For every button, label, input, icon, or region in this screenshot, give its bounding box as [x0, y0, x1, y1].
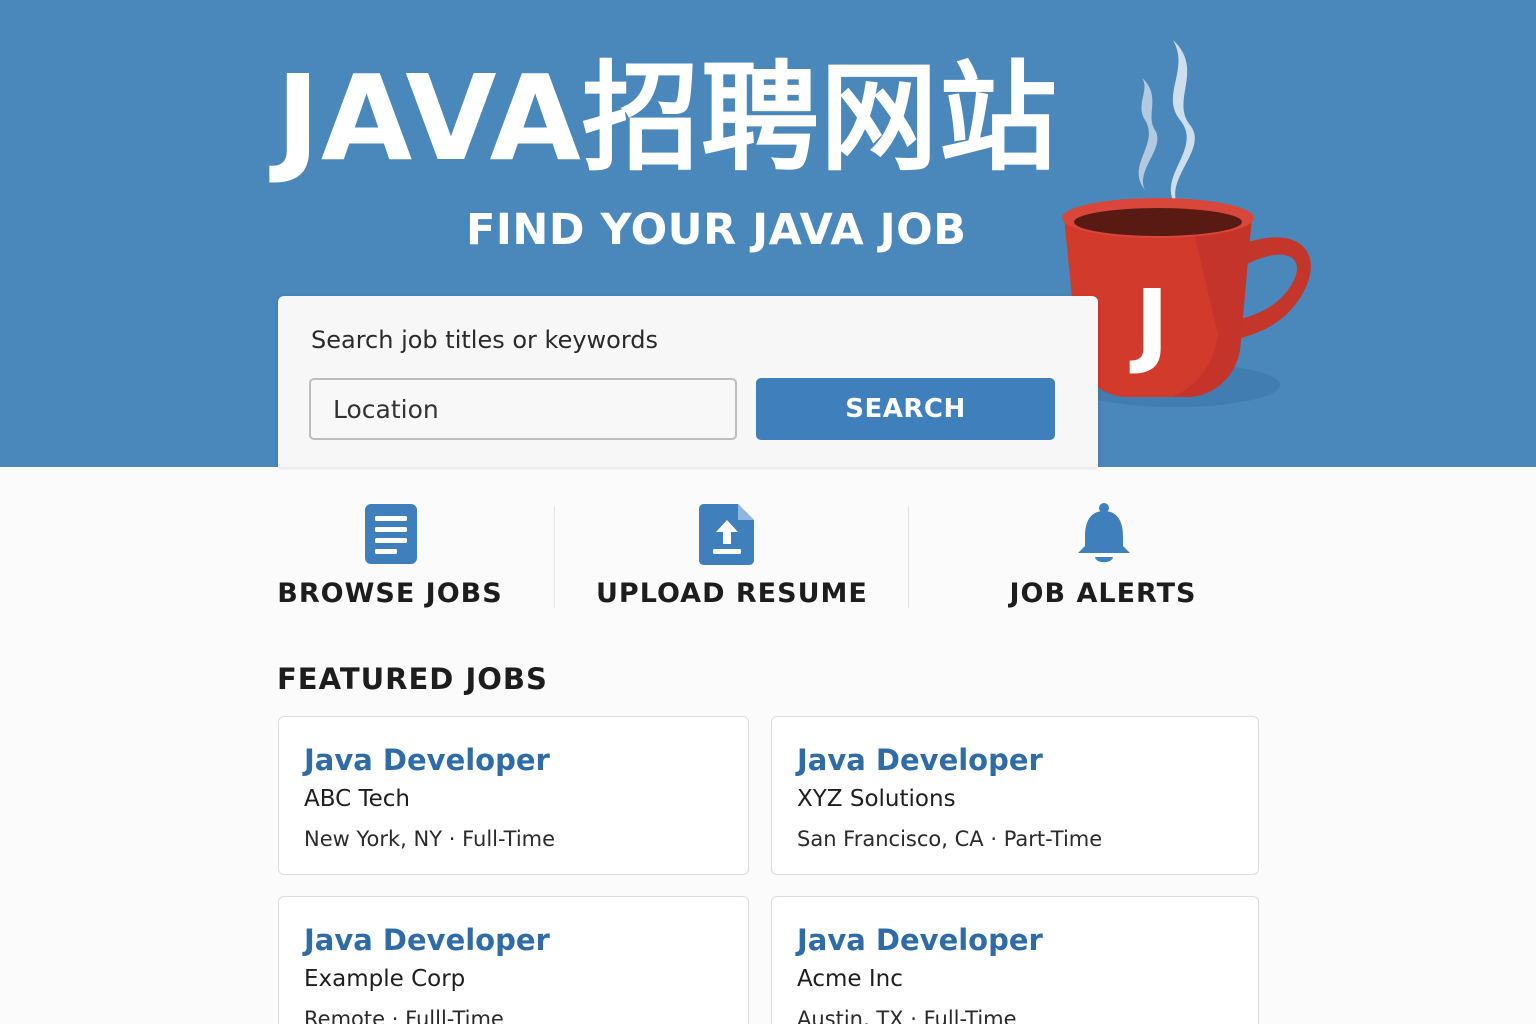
location-input[interactable]	[309, 378, 737, 440]
featured-jobs-heading: FEATURED JOBS	[277, 662, 548, 696]
job-location: New York, NY	[304, 827, 443, 851]
job-type: Full-Time	[923, 1007, 1017, 1024]
browse-jobs-label: BROWSE JOBS	[277, 578, 503, 609]
divider	[908, 506, 909, 608]
job-company: Acme Inc	[797, 966, 903, 992]
browse-jobs-link[interactable]: BROWSE JOBS	[270, 500, 510, 620]
job-title[interactable]: Java Developer	[304, 921, 550, 959]
upload-resume-label: UPLOAD RESUME	[596, 578, 868, 609]
job-meta: San Francisco, CA · Part-Time	[797, 827, 1103, 851]
search-card: Search job titles or keywords SEARCH	[278, 296, 1098, 467]
job-card[interactable]: Java Developer XYZ Solutions San Francis…	[771, 716, 1259, 875]
job-title[interactable]: Java Developer	[797, 741, 1043, 779]
document-list-icon	[365, 504, 417, 564]
job-location: San Francisco, CA	[797, 827, 984, 851]
mug-letter: J	[1129, 270, 1169, 377]
job-location: Remote	[304, 1007, 386, 1024]
job-company: ABC Tech	[304, 786, 410, 812]
hero-subtitle: FIND YOUR JAVA JOB	[466, 205, 967, 255]
job-title[interactable]: Java Developer	[797, 921, 1043, 959]
job-company: XYZ Solutions	[797, 786, 956, 812]
job-company: Example Corp	[304, 966, 466, 992]
job-type: Fulll-Time	[405, 1007, 504, 1024]
steam-icon	[1170, 40, 1195, 210]
job-type: Full-Time	[462, 827, 556, 851]
job-meta: Remote · Fulll-Time	[304, 1005, 504, 1024]
job-type: Part-Time	[1003, 827, 1103, 851]
job-alerts-link[interactable]: JOB ALERTS	[992, 500, 1214, 620]
job-card[interactable]: Java Developer ABC Tech New York, NY · F…	[278, 716, 749, 875]
file-upload-icon	[699, 504, 754, 565]
keyword-search-input[interactable]: Search job titles or keywords	[311, 324, 658, 356]
job-location: Austin, TX	[797, 1007, 904, 1024]
page: JAVA招聘网站 FIND YOUR JAVA JOB J Search job…	[0, 0, 1536, 1024]
site-title: JAVA招聘网站	[276, 49, 1058, 187]
upload-resume-link[interactable]: UPLOAD RESUME	[596, 500, 868, 620]
bell-icon	[1078, 503, 1130, 563]
job-title[interactable]: Java Developer	[304, 741, 550, 779]
search-button[interactable]: SEARCH	[756, 378, 1055, 440]
divider	[554, 506, 555, 608]
job-meta: New York, NY · Full-Time	[304, 827, 556, 851]
job-alerts-label: JOB ALERTS	[1009, 578, 1197, 609]
job-card[interactable]: Java Developer Example Corp Remote · Ful…	[278, 896, 749, 1024]
job-card[interactable]: Java Developer Acme Inc Austin, TX · Ful…	[771, 896, 1259, 1024]
job-meta: Austin, TX · Full-Time	[797, 1005, 1017, 1024]
